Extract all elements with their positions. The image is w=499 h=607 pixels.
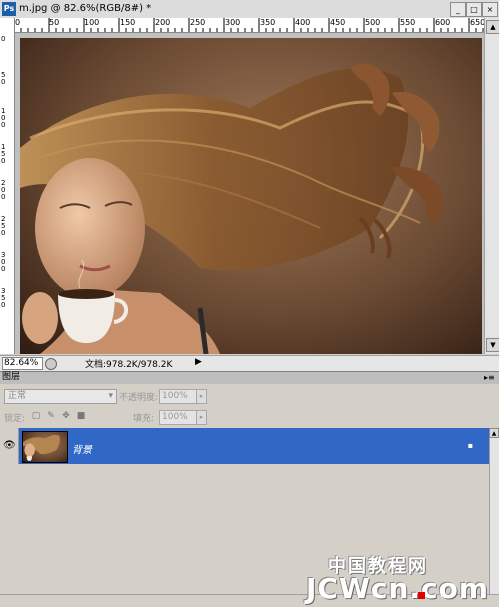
scroll-up-button[interactable]: ▲ [489, 428, 499, 438]
minimize-button[interactable]: _ [450, 2, 466, 17]
document-title: m.jpg @ 82.6%(RGB/8#) * [19, 3, 152, 14]
ruler-label: 0 [15, 18, 21, 27]
scroll-up-button[interactable]: ▲ [486, 20, 499, 34]
document-image[interactable] [20, 38, 482, 354]
ruler-label: 650 [470, 18, 484, 27]
fill-label: 填充: [133, 414, 155, 424]
status-bar [0, 355, 499, 371]
tab-layers[interactable]: 图层 [2, 372, 20, 383]
ruler-origin[interactable] [0, 18, 15, 33]
photo-illustration [20, 63, 443, 354]
lock-position-move-icon[interactable]: ✥ [61, 411, 71, 421]
ruler-label: 100 [1, 107, 6, 129]
scroll-down-button[interactable]: ▼ [486, 338, 499, 352]
photoshop-icon: Ps [2, 2, 16, 16]
zoom-input[interactable]: 82.64% [2, 357, 43, 370]
ruler-label: 300 [225, 18, 241, 27]
blend-mode-value: 正常 [8, 391, 27, 401]
ruler-label: 200 [1, 179, 6, 201]
horizontal-ruler[interactable]: 0 50 100 150 200 250 300 350 400 450 500… [14, 18, 484, 33]
thumbnail-image [23, 434, 60, 461]
document-size-info: 文档:978.2K/978.2K [85, 360, 173, 370]
opacity-slider-arrow-icon[interactable]: ▸ [196, 389, 207, 404]
ruler-label: 200 [155, 18, 171, 27]
lock-row [0, 406, 499, 428]
ruler-label: 50 [49, 18, 60, 27]
ruler-label: 250 [190, 18, 206, 27]
layer-thumbnail[interactable] [22, 431, 68, 463]
chevron-down-icon: ▾ [108, 391, 113, 401]
lock-icon: ▪ [467, 441, 474, 450]
layer-name[interactable]: 背景 [72, 441, 92, 456]
ruler-label: 400 [295, 18, 311, 27]
layers-panel-header [0, 371, 499, 385]
ruler-label: 0 [1, 35, 6, 43]
opacity-input[interactable]: 100% [159, 389, 199, 404]
status-menu-arrow-icon[interactable]: ▶ [195, 357, 202, 367]
ruler-label: 150 [120, 18, 136, 27]
lock-image-brush-icon[interactable]: ✎ [46, 411, 56, 421]
ruler-label: 350 [1, 287, 6, 309]
vertical-ruler[interactable]: 0 50 100 150 200 250 300 350 [0, 32, 15, 354]
status-info-icon[interactable] [45, 358, 57, 370]
ruler-label: 450 [330, 18, 346, 27]
eye-icon[interactable]: 👁 [3, 440, 16, 451]
watermark-dot [418, 592, 425, 599]
fill-slider-arrow-icon[interactable]: ▸ [196, 410, 207, 425]
ruler-label: 600 [435, 18, 451, 27]
maximize-button[interactable]: □ [466, 2, 482, 17]
fill-input[interactable]: 100% [159, 410, 199, 425]
ruler-label: 300 [1, 251, 6, 273]
lock-label: 锁定: [4, 414, 26, 424]
lock-transparent-icon[interactable]: ▢ [31, 411, 41, 421]
ruler-label: 500 [365, 18, 381, 27]
ruler-label: 550 [400, 18, 416, 27]
ruler-label: 50 [1, 71, 6, 86]
ruler-label: 350 [260, 18, 276, 27]
close-button[interactable]: × [482, 2, 498, 17]
layers-scrollbar[interactable] [489, 428, 499, 594]
blend-mode-select[interactable]: 正常 ▾ [4, 389, 117, 404]
panel-menu-icon[interactable]: ▸≡ [484, 373, 495, 382]
ruler-label: 250 [1, 215, 6, 237]
ruler-label: 100 [84, 18, 100, 27]
ruler-label: 150 [1, 143, 6, 165]
opacity-label: 不透明度: [119, 393, 159, 403]
lock-all-icon[interactable]: ■ [76, 411, 86, 421]
watermark-text-en: JCWcn.com [306, 572, 490, 605]
canvas-vertical-scrollbar[interactable]: ▲ ▼ [484, 18, 499, 354]
